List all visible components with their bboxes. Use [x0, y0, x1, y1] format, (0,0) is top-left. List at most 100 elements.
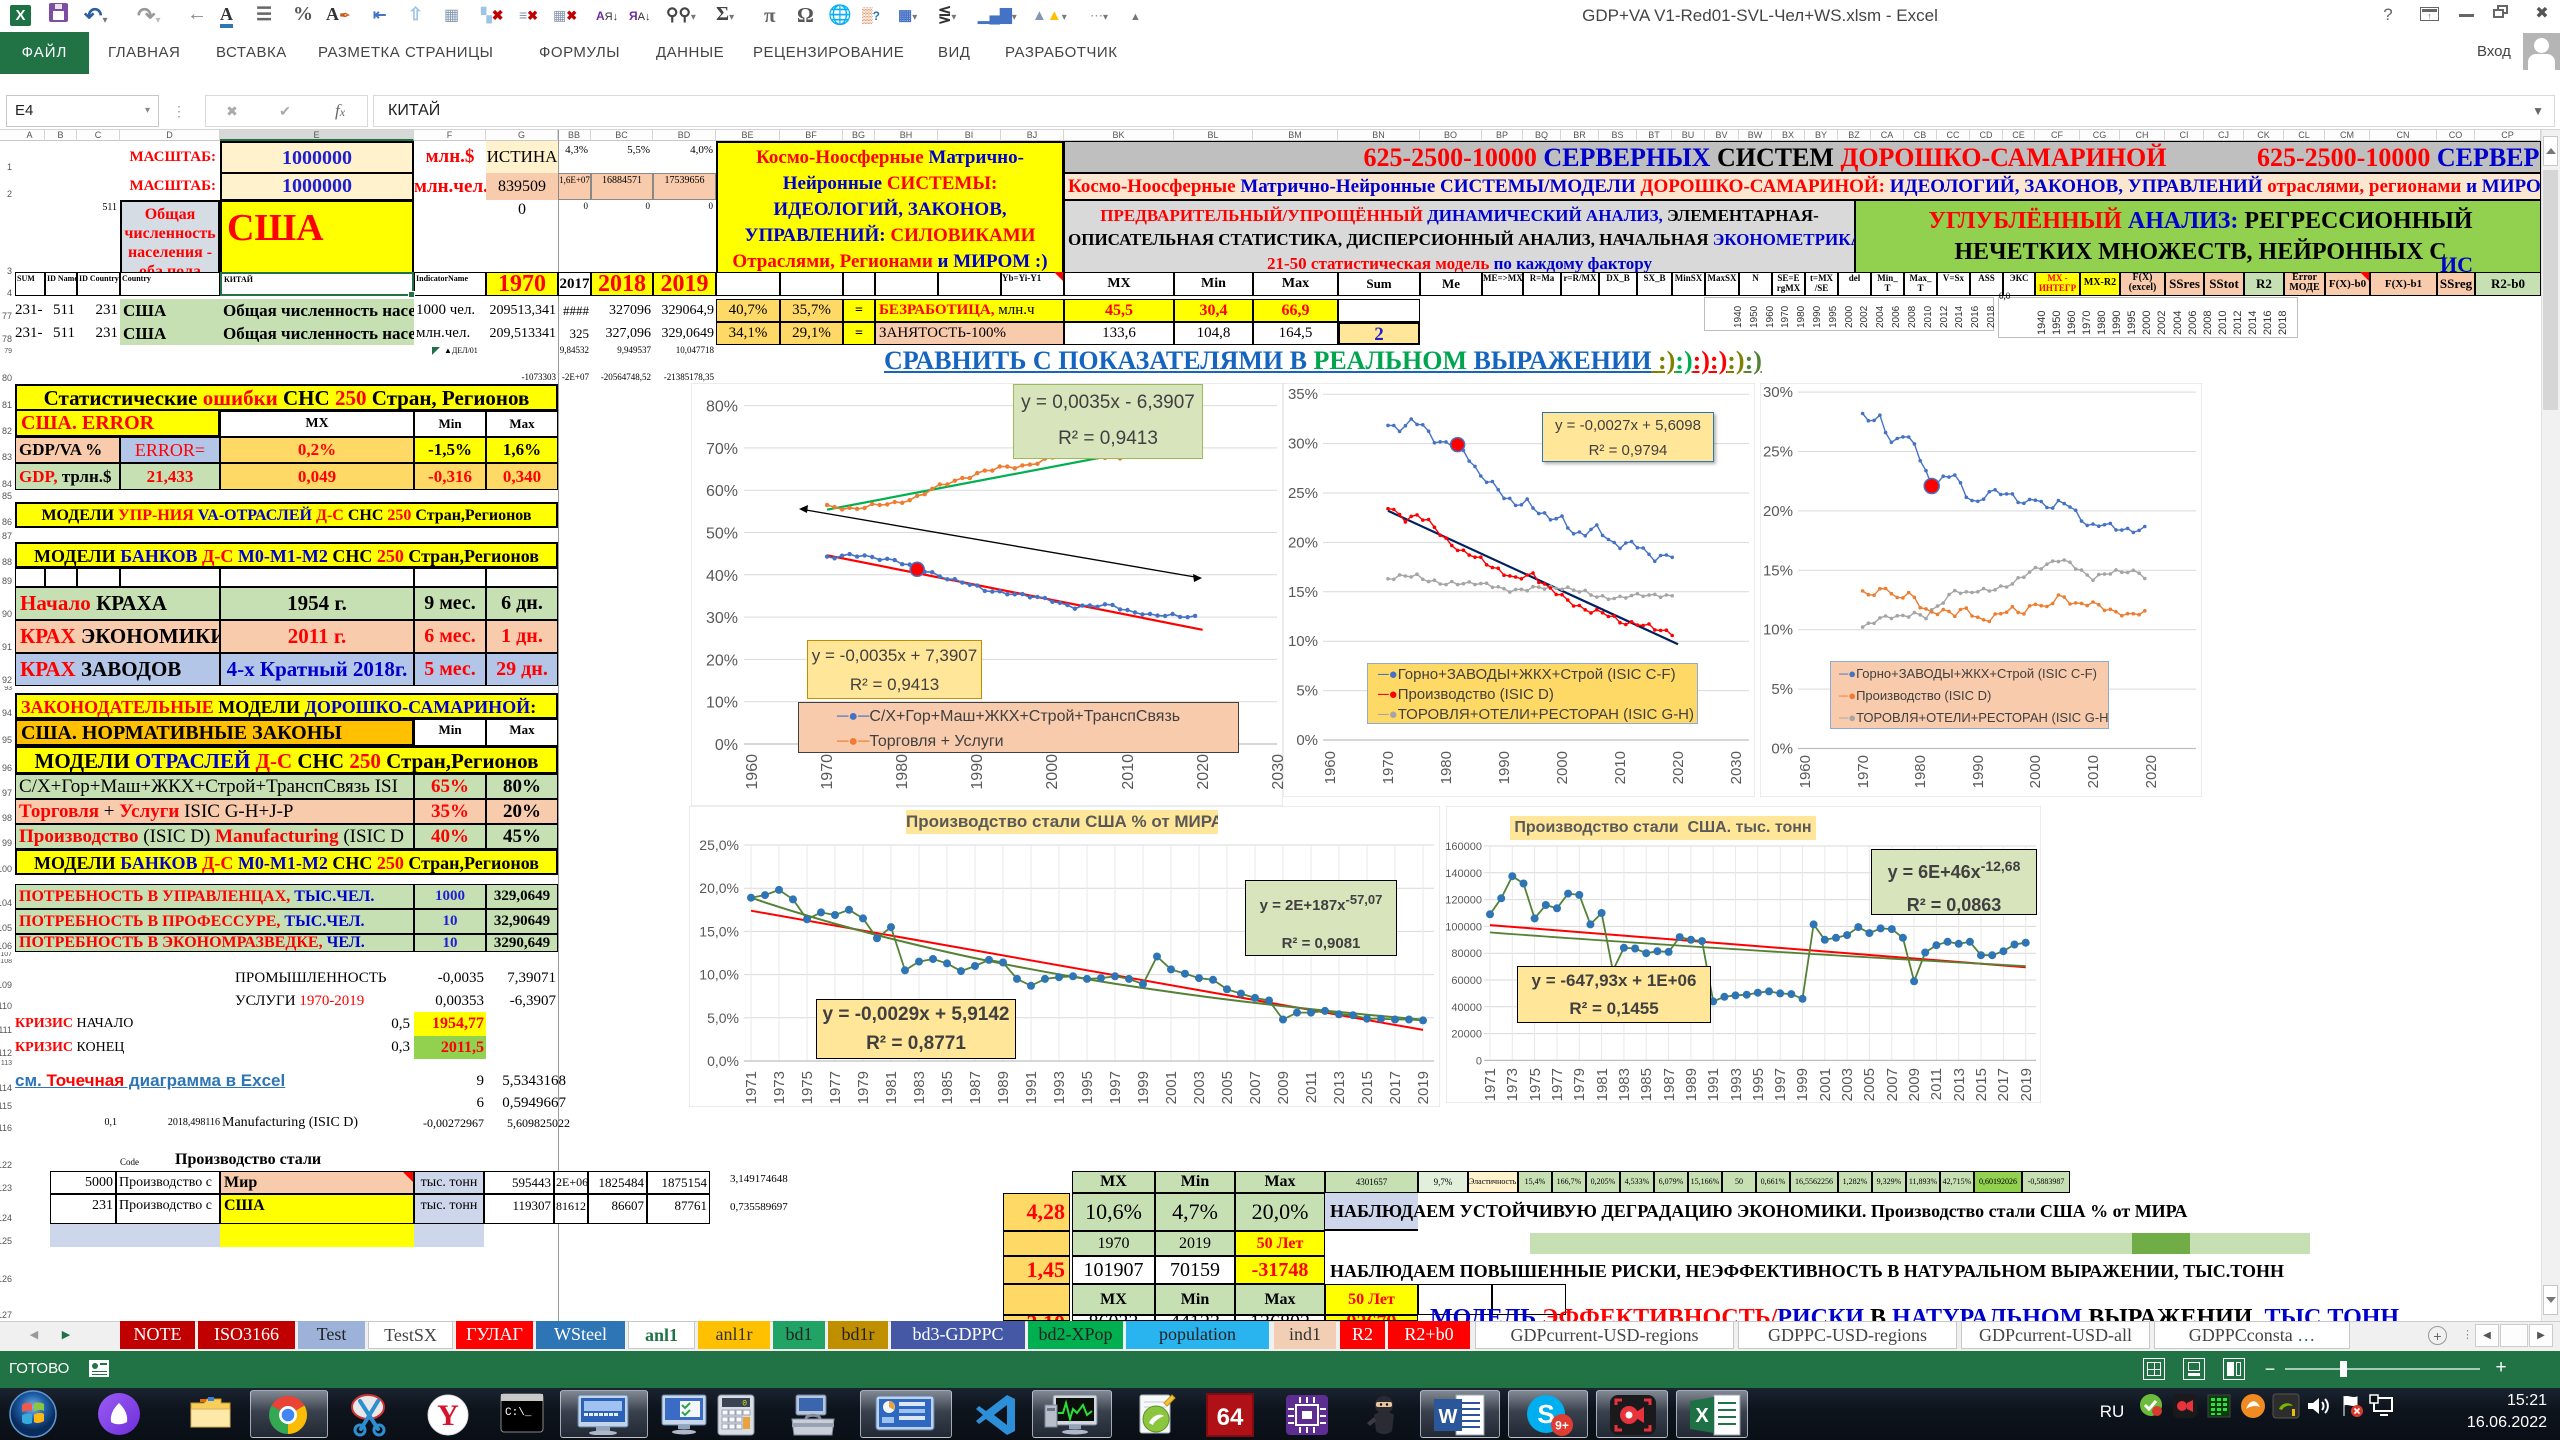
svg-text:1977: 1977 — [1549, 1068, 1566, 1101]
svg-text:2020: 2020 — [2143, 755, 2160, 788]
svg-text:2030: 2030 — [1270, 754, 1283, 790]
svg-text:1995: 1995 — [1750, 1068, 1767, 1101]
svg-text:0: 0 — [1476, 1055, 1482, 1067]
svg-text:20%: 20% — [1763, 503, 1793, 520]
svg-text:1973: 1973 — [1504, 1068, 1521, 1101]
svg-text:1989: 1989 — [995, 1071, 1012, 1104]
svg-text:70%: 70% — [706, 441, 738, 458]
svg-text:1985: 1985 — [1638, 1068, 1655, 1101]
svg-text:80%: 80% — [706, 399, 738, 416]
svg-text:1985: 1985 — [939, 1071, 956, 1104]
svg-text:10%: 10% — [1288, 633, 1318, 650]
svg-text:0: 0 — [742, 1400, 747, 1409]
svg-text:60%: 60% — [706, 483, 738, 500]
svg-text:80000: 80000 — [1451, 948, 1482, 960]
svg-text:30%: 30% — [706, 610, 738, 627]
svg-text:2017: 2017 — [1387, 1071, 1404, 1104]
svg-text:1993: 1993 — [1728, 1068, 1745, 1101]
svg-text:5,0%: 5,0% — [707, 1010, 739, 1026]
svg-text:2003: 2003 — [1839, 1068, 1856, 1101]
svg-text:25,0%: 25,0% — [699, 837, 739, 853]
svg-text:0%: 0% — [1771, 741, 1793, 758]
svg-text:1990: 1990 — [1496, 751, 1513, 784]
svg-text:1975: 1975 — [1527, 1068, 1544, 1101]
svg-text:2013: 2013 — [1331, 1071, 1348, 1104]
svg-text:2000: 2000 — [1044, 754, 1061, 790]
svg-text:2020: 2020 — [1670, 751, 1687, 784]
svg-text:1973: 1973 — [771, 1071, 788, 1104]
svg-text:1991: 1991 — [1023, 1071, 1040, 1104]
svg-text:2000: 2000 — [2027, 755, 2044, 788]
svg-text:10%: 10% — [1763, 622, 1793, 639]
svg-text:1960: 1960 — [1322, 751, 1339, 784]
svg-text:1981: 1981 — [1594, 1068, 1611, 1101]
svg-text:2019: 2019 — [2018, 1068, 2035, 1101]
svg-text:0%: 0% — [715, 737, 738, 754]
svg-text:100000: 100000 — [1446, 921, 1482, 933]
svg-text:2001: 2001 — [1163, 1071, 1180, 1104]
svg-text:2017: 2017 — [1995, 1068, 2012, 1101]
svg-text:1999: 1999 — [1794, 1068, 1811, 1101]
svg-text:2005: 2005 — [1861, 1068, 1878, 1101]
svg-text:120000: 120000 — [1446, 895, 1482, 907]
svg-text:1980: 1980 — [1912, 755, 1929, 788]
svg-text:50%: 50% — [706, 526, 738, 543]
svg-text:1987: 1987 — [967, 1071, 984, 1104]
svg-text:35%: 35% — [1288, 386, 1318, 403]
svg-text:25%: 25% — [1288, 485, 1318, 502]
svg-text:2015: 2015 — [1973, 1068, 1990, 1101]
svg-text:1997: 1997 — [1772, 1068, 1789, 1101]
svg-text:2007: 2007 — [1247, 1071, 1264, 1104]
svg-text:C:\_: C:\_ — [505, 1407, 532, 1419]
svg-text:0,0%: 0,0% — [707, 1053, 739, 1069]
svg-text:1993: 1993 — [1051, 1071, 1068, 1104]
svg-text:15,0%: 15,0% — [699, 923, 739, 939]
svg-text:1981: 1981 — [883, 1071, 900, 1104]
svg-text:20%: 20% — [1288, 534, 1318, 551]
svg-text:2011: 2011 — [1303, 1071, 1320, 1103]
svg-text:2013: 2013 — [1951, 1068, 1968, 1101]
svg-text:1990: 1990 — [969, 754, 986, 790]
svg-text:30%: 30% — [1288, 436, 1318, 453]
svg-text:2015: 2015 — [1359, 1071, 1376, 1104]
svg-text:2007: 2007 — [1884, 1068, 1901, 1101]
svg-text:2010: 2010 — [1612, 751, 1629, 784]
svg-text:1975: 1975 — [799, 1071, 816, 1104]
svg-text:10%: 10% — [706, 695, 738, 712]
svg-text:1990: 1990 — [1970, 755, 1987, 788]
svg-text:15%: 15% — [1763, 562, 1793, 579]
svg-text:20%: 20% — [706, 652, 738, 669]
svg-text:64: 64 — [1217, 1404, 1244, 1431]
svg-text:20,0%: 20,0% — [699, 880, 739, 896]
svg-text:25%: 25% — [1763, 444, 1793, 461]
svg-text:2010: 2010 — [2085, 755, 2102, 788]
svg-text:0%: 0% — [1296, 732, 1318, 749]
svg-text:15%: 15% — [1288, 584, 1318, 601]
svg-text:1999: 1999 — [1135, 1071, 1152, 1104]
svg-text:1970: 1970 — [819, 754, 836, 790]
svg-text:1971: 1971 — [1482, 1068, 1499, 1101]
svg-text:2005: 2005 — [1219, 1071, 1236, 1104]
svg-text:1983: 1983 — [1616, 1068, 1633, 1101]
svg-text:40000: 40000 — [1451, 1002, 1482, 1014]
svg-text:2003: 2003 — [1191, 1071, 1208, 1104]
svg-text:1970: 1970 — [1380, 751, 1397, 784]
svg-text:Y: Y — [437, 1399, 459, 1432]
svg-text:2011: 2011 — [1928, 1068, 1945, 1100]
svg-text:140000: 140000 — [1446, 868, 1482, 880]
svg-text:10,0%: 10,0% — [699, 967, 739, 983]
svg-text:1991: 1991 — [1705, 1068, 1722, 1101]
svg-text:40%: 40% — [706, 568, 738, 585]
svg-text:1979: 1979 — [855, 1071, 872, 1104]
svg-text:1970: 1970 — [1855, 755, 1872, 788]
svg-text:160000: 160000 — [1446, 841, 1482, 853]
svg-text:5%: 5% — [1771, 681, 1793, 698]
svg-text:1977: 1977 — [827, 1071, 844, 1104]
svg-text:2030: 2030 — [2200, 755, 2202, 788]
svg-text:30%: 30% — [1763, 384, 1793, 401]
svg-text:2019: 2019 — [1415, 1071, 1432, 1104]
svg-text:1995: 1995 — [1079, 1071, 1096, 1104]
svg-text:2009: 2009 — [1275, 1071, 1292, 1104]
svg-text:2020: 2020 — [1195, 754, 1212, 790]
svg-text:5%: 5% — [1296, 683, 1318, 700]
